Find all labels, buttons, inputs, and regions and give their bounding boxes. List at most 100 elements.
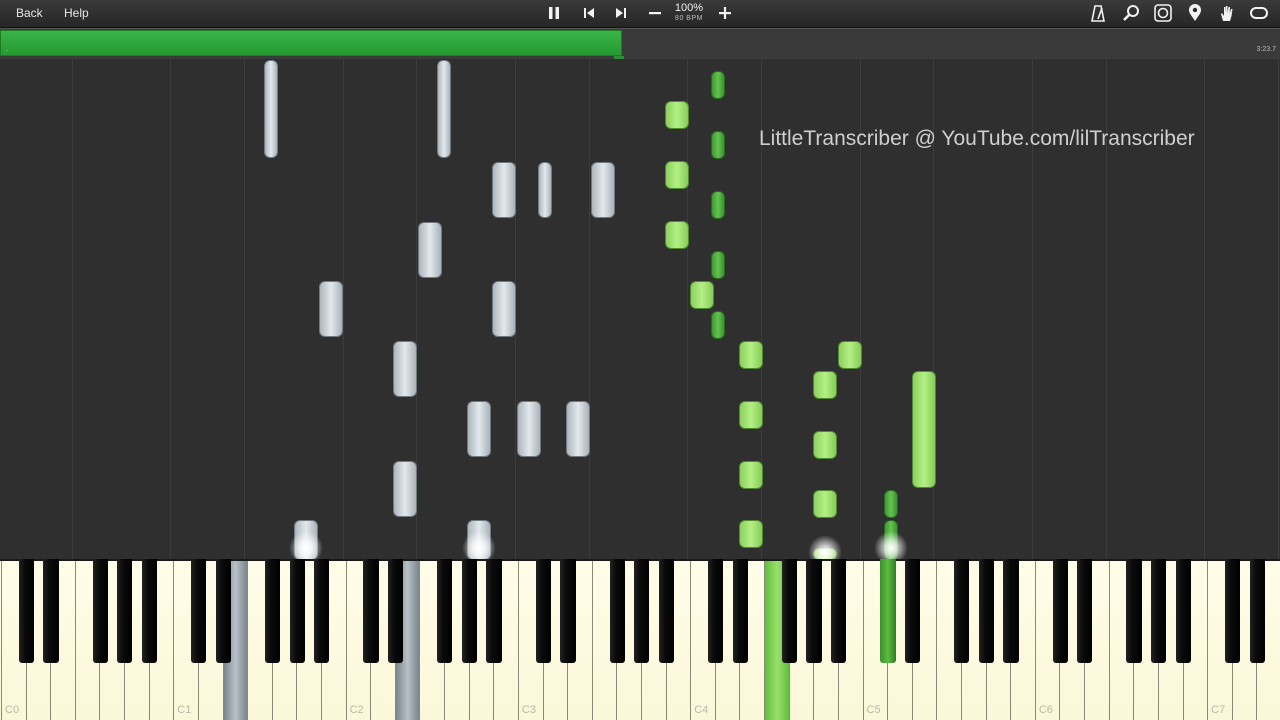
song-length-label: 3:23.7 <box>1256 46 1276 53</box>
left-hand-note <box>437 60 451 158</box>
piano-black-key[interactable] <box>880 559 896 663</box>
piano-black-key[interactable] <box>560 559 576 663</box>
piano-black-key[interactable] <box>707 559 724 663</box>
watermark-text: LittleTranscriber @ YouTube.com/lilTrans… <box>759 127 1195 150</box>
right-hand-note <box>711 251 725 279</box>
falling-notes-area: LittleTranscriber @ YouTube.com/lilTrans… <box>0 59 1280 559</box>
grid-line <box>1278 59 1279 559</box>
left-hand-note <box>538 162 552 218</box>
piano-black-key[interactable] <box>831 559 847 663</box>
piano-black-key[interactable] <box>978 559 994 663</box>
piano-black-key[interactable] <box>289 559 305 663</box>
piano-black-key[interactable] <box>609 559 625 663</box>
left-hand-note <box>591 162 615 218</box>
right-hand-note <box>711 71 725 99</box>
location-pin-icon[interactable] <box>1184 3 1206 23</box>
grid-line <box>343 59 344 559</box>
piano-black-key[interactable] <box>658 559 674 663</box>
left-hand-note <box>418 222 442 278</box>
key-hit-glow <box>874 531 908 559</box>
piano-black-key[interactable] <box>18 559 34 663</box>
skip-back-icon[interactable] <box>578 3 600 23</box>
piano-black-key[interactable] <box>215 559 231 663</box>
right-hand-note <box>739 341 763 369</box>
right-hand-note <box>711 191 725 219</box>
key-hit-glow <box>289 531 323 559</box>
pause-icon[interactable] <box>543 3 565 23</box>
magnifier-icon[interactable] <box>1120 3 1142 23</box>
piano-black-key[interactable] <box>363 559 379 663</box>
left-hand-note <box>393 341 417 397</box>
song-progress-bar[interactable]: . 3:23.7 <box>0 28 1280 64</box>
zoom-readout: 100% 80 BPM <box>670 2 708 23</box>
tempo-readout: 80 BPM <box>675 15 703 22</box>
piano-black-key[interactable] <box>191 559 207 663</box>
help-button[interactable]: Help <box>56 3 97 23</box>
piano-black-key[interactable] <box>264 559 281 663</box>
piano-black-key[interactable] <box>634 559 650 663</box>
right-hand-note <box>739 520 763 548</box>
piano-black-key[interactable] <box>1249 559 1265 663</box>
right-hand-note <box>813 371 837 399</box>
piano-black-key[interactable] <box>1052 559 1068 663</box>
piano-black-key[interactable] <box>535 559 551 663</box>
grid-line <box>72 59 73 559</box>
piano-black-key[interactable] <box>732 559 748 663</box>
left-hand-note <box>393 461 417 517</box>
piano-black-key[interactable] <box>1126 559 1142 663</box>
toolbar: Back Help 100% 80 BPM <box>0 0 1280 28</box>
piano-black-key[interactable] <box>387 559 404 663</box>
metronome-icon[interactable] <box>1087 3 1109 23</box>
octave-label: C2 <box>349 704 364 716</box>
octave-label: C0 <box>5 704 20 716</box>
octave-label: C7 <box>1211 704 1226 716</box>
right-hand-note <box>665 161 689 189</box>
hand-icon[interactable] <box>1216 3 1238 23</box>
piano-black-key[interactable] <box>954 559 970 663</box>
piano-black-key[interactable] <box>1077 559 1093 663</box>
piano-black-key[interactable] <box>1224 559 1241 663</box>
piano-black-key[interactable] <box>92 559 108 663</box>
piano-keyboard[interactable]: C0 C1 C2 C3 C4 C5 C6 C7 <box>0 559 1280 720</box>
piano-black-key[interactable] <box>1151 559 1167 663</box>
left-hand-note <box>319 281 343 337</box>
left-hand-note <box>467 401 491 457</box>
piano-black-key[interactable] <box>781 559 798 663</box>
right-hand-note <box>884 490 898 518</box>
piano-black-key[interactable] <box>141 559 158 663</box>
piano-black-key[interactable] <box>1003 559 1019 663</box>
piano-black-key[interactable] <box>314 559 330 663</box>
octave-label: C1 <box>177 704 192 716</box>
right-hand-note <box>690 281 714 309</box>
octave-label: C4 <box>694 704 709 716</box>
back-button[interactable]: Back <box>8 3 51 23</box>
octave-label: C5 <box>866 704 881 716</box>
right-hand-note <box>665 101 689 129</box>
key-hit-glow <box>808 535 842 559</box>
visualization-icon[interactable] <box>1152 3 1174 23</box>
key-hit-glow <box>462 531 496 559</box>
piano-black-key[interactable] <box>437 559 453 663</box>
right-hand-note <box>813 431 837 459</box>
left-hand-note <box>492 162 516 218</box>
right-hand-note <box>711 131 725 159</box>
loop-icon[interactable] <box>1248 3 1270 23</box>
grid-line <box>1204 59 1205 559</box>
piano-black-key[interactable] <box>486 559 502 663</box>
piano-black-key[interactable] <box>806 559 822 663</box>
octave-label: C3 <box>521 704 536 716</box>
minus-icon[interactable] <box>644 3 666 23</box>
piano-black-key[interactable] <box>43 559 59 663</box>
piano-black-key[interactable] <box>1175 559 1191 663</box>
right-hand-note <box>813 490 837 518</box>
plus-icon[interactable] <box>714 3 736 23</box>
piano-black-key[interactable] <box>904 559 921 663</box>
grid-line <box>244 59 245 559</box>
piano-black-key[interactable] <box>117 559 133 663</box>
right-hand-note <box>665 221 689 249</box>
skip-forward-icon[interactable] <box>610 3 632 23</box>
right-hand-note <box>838 341 862 369</box>
piano-black-key[interactable] <box>461 559 478 663</box>
octave-label: C6 <box>1038 704 1053 716</box>
left-hand-note <box>566 401 590 457</box>
